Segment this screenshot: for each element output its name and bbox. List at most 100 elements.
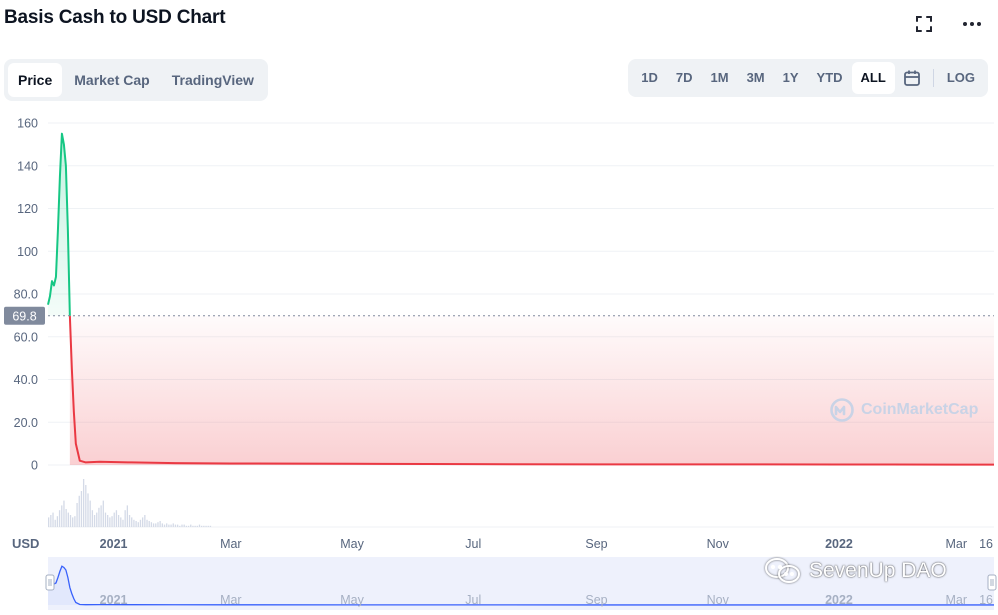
coinmarketcap-watermark: CoinMarketCap (829, 397, 978, 423)
tab-tradingview[interactable]: TradingView (162, 63, 264, 97)
volume-bar (126, 505, 129, 527)
volume-bar (93, 515, 96, 527)
volume-bar (98, 507, 100, 527)
volume-bar (124, 510, 126, 527)
x-tick-label: Mar (220, 537, 242, 551)
sevenup-dao-overlay: SevenUp DAO (763, 556, 947, 586)
x-tick-label: Sep (585, 537, 607, 551)
volume-bar (155, 523, 157, 527)
volume-bar (67, 512, 69, 527)
watermark-text: CoinMarketCap (861, 401, 979, 418)
volume-bar (176, 524, 179, 527)
volume-bar (137, 522, 139, 527)
y-tick-label: 20.0 (14, 416, 38, 430)
volume-bar (54, 519, 56, 527)
y-tick-label: 160 (17, 117, 38, 131)
volume-bar (52, 512, 54, 527)
volume-bar (87, 493, 89, 527)
range-1y[interactable]: 1Y (774, 62, 808, 94)
y-axis-labels: 160 140 120 100 80.0 60.0 40.0 20.0 0 (14, 117, 38, 473)
loss-area (69, 315, 995, 465)
volume-bar (63, 500, 65, 527)
range-ytd[interactable]: YTD (808, 62, 852, 94)
volume-bar (56, 516, 59, 527)
volume-bar (91, 510, 94, 527)
chart-title: Basis Cash to USD Chart (4, 7, 226, 28)
tab-price[interactable]: Price (8, 63, 63, 97)
volume-bar (185, 525, 188, 527)
volume-bar (183, 524, 185, 527)
navigator-tick-label: 2021 (100, 593, 128, 607)
navigator-tick-label: Mar (945, 593, 967, 607)
volume-bar (111, 516, 113, 527)
volume-bar (104, 512, 107, 527)
navigator-tick-label: Nov (707, 593, 730, 607)
x-axis-unit-label: USD (12, 536, 39, 551)
range-1m[interactable]: 1M (702, 62, 738, 94)
y-tick-label: 120 (17, 202, 38, 216)
coinmarketcap-logo-icon (830, 398, 854, 422)
volume-bar (190, 524, 192, 527)
volume-bar (207, 525, 209, 527)
volume-bar (196, 525, 198, 527)
current-price-label: 69.8 (12, 309, 36, 323)
volume-bar (115, 510, 118, 527)
volume-bar (170, 524, 172, 527)
volume-bar (152, 523, 155, 527)
range-all[interactable]: ALL (851, 62, 895, 94)
tab-market-cap[interactable]: Market Cap (64, 63, 159, 97)
volume-bar (69, 515, 72, 527)
volume-bar (122, 519, 124, 527)
volume-bar (109, 517, 111, 527)
volume-bar (102, 500, 104, 527)
overlay-text: SevenUp DAO (809, 559, 947, 582)
x-tick-label: 16 (979, 537, 993, 551)
range-1d[interactable]: 1D (632, 62, 667, 94)
x-tick-label: Nov (707, 537, 730, 551)
volume-bar (163, 524, 166, 527)
navigator-tick-label: 16 (979, 593, 993, 607)
navigator-tick-label: Sep (585, 593, 607, 607)
y-tick-label: 0 (31, 459, 38, 473)
volume-bar (113, 512, 115, 527)
x-tick-label: Mar (945, 537, 967, 551)
handle-body (45, 574, 55, 591)
volume-bar (58, 510, 61, 527)
navigator-tick-label: May (340, 593, 364, 607)
volume-bar (172, 523, 174, 527)
volume-bar (82, 479, 85, 527)
volume-bar (74, 516, 76, 527)
volume-bar (157, 522, 159, 527)
volume-bar (142, 517, 144, 527)
log-scale-toggle[interactable]: LOG (938, 62, 984, 94)
volume-bar (166, 523, 168, 527)
volume-bar (117, 515, 120, 527)
x-tick-label: Jul (465, 537, 481, 551)
more-icon[interactable] (960, 12, 984, 36)
volume-bar (194, 525, 196, 527)
range-3m[interactable]: 3M (738, 62, 774, 94)
volume-bar (159, 521, 161, 527)
x-tick-label: May (340, 537, 364, 551)
navigator-handle-right[interactable] (987, 574, 997, 591)
calendar-icon[interactable] (895, 62, 929, 94)
volume-bar (61, 505, 63, 527)
x-tick-label: 2022 (825, 537, 853, 551)
y-tick-label: 140 (17, 159, 38, 173)
volume-bar (148, 521, 150, 527)
volume-bar (198, 524, 201, 527)
navigator-handle-left[interactable] (45, 574, 55, 591)
fullscreen-icon[interactable] (912, 12, 936, 36)
volume-bar (205, 525, 207, 527)
volume-bar (80, 491, 83, 527)
range-7d[interactable]: 7D (667, 62, 702, 94)
range-separator (932, 69, 934, 87)
volume-bar (144, 515, 146, 527)
volume-bar (135, 521, 137, 527)
price-chart[interactable]: 160 140 120 100 80.0 60.0 40.0 20.0 0 USD 2021 Mar… (0, 108, 998, 558)
volume-bars (48, 479, 212, 527)
volume-bar (179, 525, 181, 527)
volume-bar (48, 517, 50, 527)
x-tick-label: 2021 (100, 537, 128, 551)
chart-type-tabs: Price Market Cap TradingView (4, 59, 268, 101)
